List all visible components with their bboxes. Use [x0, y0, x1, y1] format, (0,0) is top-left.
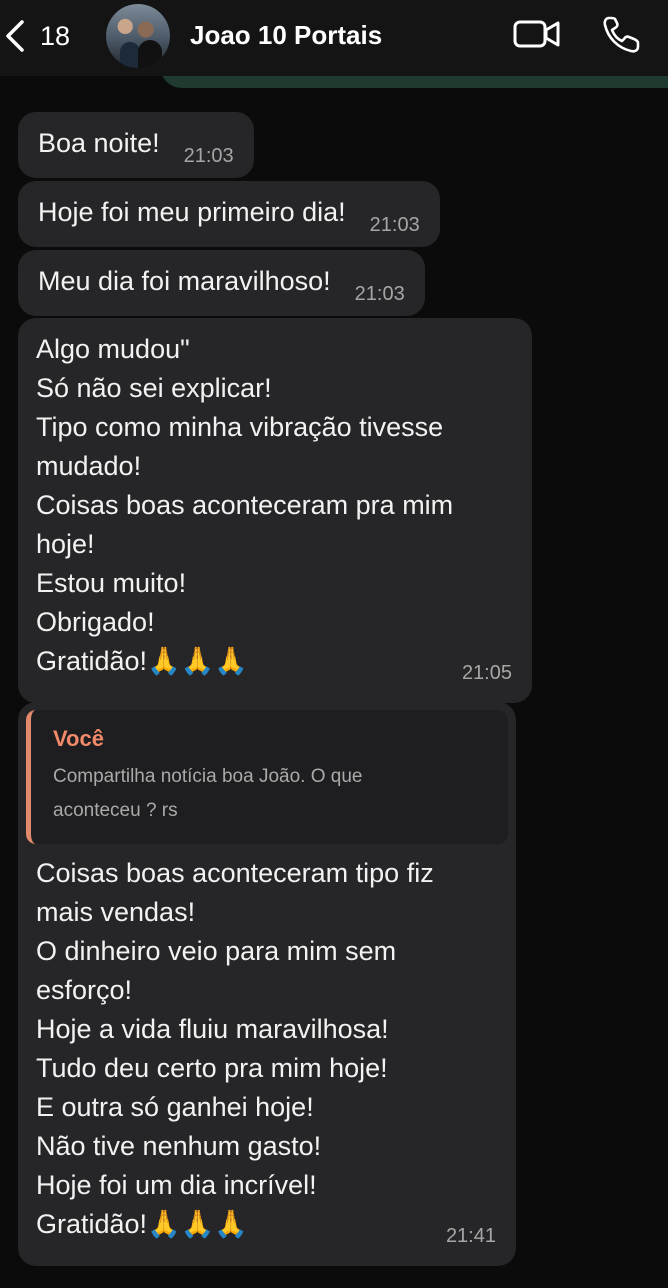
chevron-left-icon — [6, 20, 24, 52]
message-bubble[interactable]: Você Compartilha notícia boa João. O que… — [18, 702, 516, 1266]
message-time: 21:03 — [183, 145, 234, 167]
message-text: Hoje foi meu primeiro dia! — [38, 197, 346, 227]
message-bubble[interactable]: Boa noite! 21:03 — [18, 112, 254, 178]
video-camera-icon[interactable] — [512, 16, 562, 52]
avatar[interactable] — [106, 4, 170, 68]
chat-header: 18 Joao 10 Portais — [0, 0, 668, 76]
back-button[interactable]: 18 — [4, 14, 84, 58]
message-bubble[interactable]: Meu dia foi maravilhoso! 21:03 — [18, 250, 425, 316]
message-text: Algo mudou" Só não sei explicar! Tipo co… — [36, 334, 454, 676]
phone-icon[interactable] — [600, 14, 642, 56]
unread-count: 18 — [40, 20, 71, 51]
message-text: Coisas boas aconteceram tipo fiz mais ve… — [36, 858, 434, 1239]
message-time: 21:03 — [369, 214, 420, 236]
reply-text: Compartilha notícia boa João. O que acon… — [53, 766, 363, 821]
message-time: 21:03 — [354, 283, 405, 305]
message-text: Boa noite! — [38, 128, 160, 158]
message-text: Meu dia foi maravilhoso! — [38, 266, 331, 296]
message-bubble[interactable]: Hoje foi meu primeiro dia! 21:03 — [18, 181, 440, 247]
message-bubble[interactable]: Algo mudou" Só não sei explicar! Tipo co… — [18, 318, 532, 703]
reply-quote[interactable]: Você Compartilha notícia boa João. O que… — [26, 710, 508, 844]
contact-name[interactable]: Joao 10 Portais — [190, 20, 382, 51]
message-time: 21:05 — [461, 662, 512, 684]
reply-author: Você — [53, 726, 104, 751]
message-time: 21:41 — [445, 1225, 496, 1247]
